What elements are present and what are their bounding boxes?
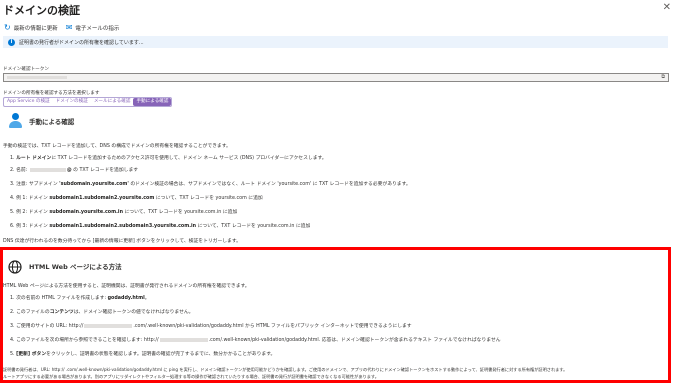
manual-step: 4. 例 1: ドメイン subdomain1.subdomain2.yours… (10, 196, 263, 201)
more-options-button[interactable]: ··· (71, 4, 80, 14)
manual-intro: 手動の検証では、TXT レコードを追加して、DNS の構成でドメインの所有権を確… (3, 144, 231, 149)
method-label: ドメインの所有権を確認する方法を選択します (3, 91, 100, 96)
tab-app-service[interactable]: App Service の検証 (4, 98, 53, 106)
method-tabs: App Service の検証 ドメインの検証 メールによる確認 手動による確認 (3, 97, 173, 107)
html-intro: HTML Web ページによる方法を使用すると、証明機関は、証明書が発行されるド… (3, 284, 250, 289)
manual-step: 3. 注意: サブドメイン 'subdomain.yoursite.com' の… (10, 182, 411, 187)
domain-verification-page: ドメインの検証 ··· ✕ ↻ 最新の情報に更新 ✉ 電子メールの指示 i 証明… (0, 0, 675, 387)
manual-step: 1. ルート ドメインに TXT レコードを追加するためのアクセス許可を使用して… (10, 156, 327, 161)
html-step: 3. ご使用のサイトの URL: http://.com/.well-known… (10, 323, 412, 329)
info-icon: i (8, 38, 15, 46)
manual-footer: DNS 伝達が行われるのを数分待ってから [最新の情報に更新] ボタンをクリック… (3, 239, 241, 244)
html-step: 2. このファイルのコンテンツは、ドメイン確認トークンの値でなければなりません。 (10, 310, 194, 315)
html-footer-2: ルートアプリにする必要がある場合があります。別のアプリにリダイレクトやフィルター… (3, 374, 379, 379)
redacted-value (84, 323, 133, 328)
page-title: ドメインの検証 (3, 4, 80, 17)
html-step: 1. 次の名前の HTML ファイルを作成します: godaddy.html。 (10, 296, 150, 301)
info-text: 証明書の発行者がドメインの所有権を確認しています... (19, 39, 144, 46)
info-bar: i 証明書の発行者がドメインの所有権を確認しています... (3, 36, 668, 48)
token-label: ドメイン確認トークン (3, 67, 49, 72)
toolbar: ↻ 最新の情報に更新 ✉ 電子メールの指示 (4, 23, 120, 33)
html-step: 5. [更新] ボタンをクリックし、証明書の状態を確認します。証明書の確認が完了… (10, 352, 276, 357)
tab-email[interactable]: メールによる確認 (91, 98, 134, 106)
mail-icon: ✉ (65, 23, 73, 32)
email-instructions-label: 電子メールの指示 (75, 26, 120, 32)
close-icon[interactable]: ✕ (663, 2, 671, 13)
manual-step: 6. 例 3: ドメイン subdomain1.subdomain2.subdo… (10, 224, 311, 229)
refresh-button[interactable]: ↻ 最新の情報に更新 (4, 23, 58, 33)
copy-icon[interactable]: ⧉ (661, 74, 665, 80)
redacted-value (29, 167, 66, 172)
html-section-header: HTML Web ページによる方法 (8, 259, 122, 274)
manual-section-header: 手動による確認 (9, 113, 74, 128)
refresh-icon: ↻ (4, 23, 11, 32)
html-step: 4. このファイルを次の場所から参照できることを確認します: http://.c… (10, 337, 501, 343)
globe-icon (8, 259, 22, 274)
redacted-value (159, 337, 208, 342)
manual-step: 5. 例 2: ドメイン subdomain.yoursite.com.in に… (10, 210, 238, 215)
refresh-label: 最新の情報に更新 (13, 26, 58, 32)
tab-manual[interactable]: 手動による確認 (133, 98, 172, 106)
token-field[interactable]: ⧉ (3, 73, 669, 82)
html-title: HTML Web ページによる方法 (29, 263, 122, 271)
manual-step: 2. 名前: @ の TXT レコードを追加します (10, 167, 139, 173)
person-icon (9, 113, 22, 128)
manual-title: 手動による確認 (29, 117, 75, 126)
tab-domain[interactable]: ドメインの検証 (53, 98, 91, 106)
html-footer-1: 証明書の発行者は、URL: http:// .com/.well-known/p… (3, 367, 568, 372)
token-value-redacted (7, 76, 67, 79)
email-instructions-button[interactable]: ✉ 電子メールの指示 (65, 23, 120, 33)
